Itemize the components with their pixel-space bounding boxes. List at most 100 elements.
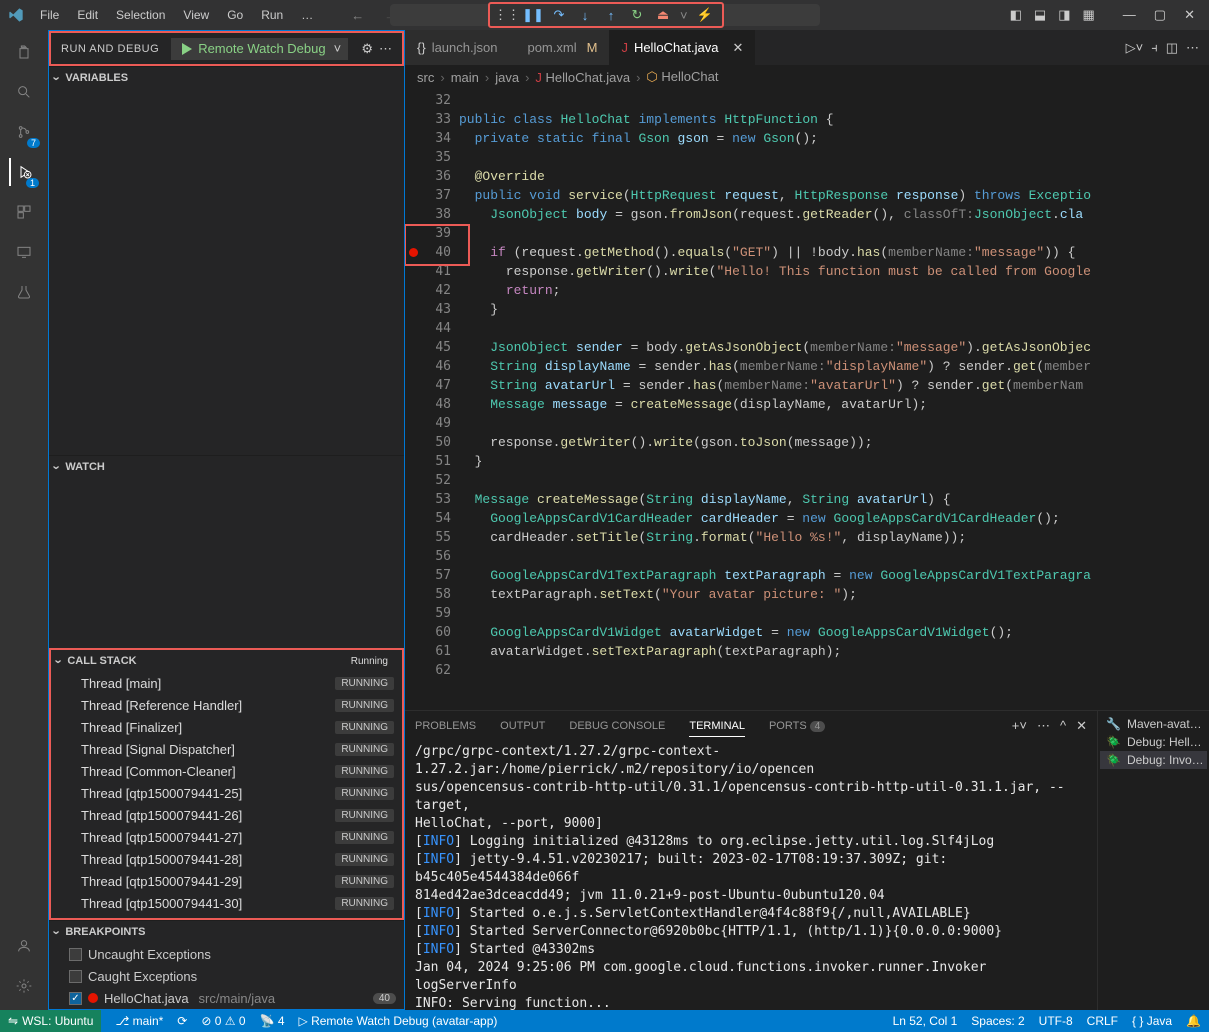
drag-handle-icon[interactable]: ⋮⋮: [498, 6, 516, 24]
language-status[interactable]: { } Java: [1132, 1014, 1172, 1028]
thread-row[interactable]: Thread [qtp1500079441-29]RUNNING: [51, 870, 402, 892]
menu-go[interactable]: Go: [219, 4, 251, 26]
search-icon[interactable]: [10, 78, 38, 106]
layout-panel-bottom-icon[interactable]: ⬓: [1034, 7, 1046, 23]
breadcrumb-item[interactable]: J HelloChat.java: [535, 70, 630, 85]
panel-tab-ports[interactable]: PORTS4: [769, 716, 825, 736]
menu-file[interactable]: File: [32, 4, 67, 26]
run-debug-icon[interactable]: 1: [9, 158, 37, 186]
breadcrumb-item[interactable]: java: [495, 70, 519, 85]
minimize-icon[interactable]: ―: [1123, 7, 1136, 23]
diff-icon[interactable]: ⫞: [1151, 40, 1158, 56]
more-icon[interactable]: ⋯: [1037, 718, 1050, 734]
breadcrumb-item[interactable]: ⬡ HelloChat: [646, 69, 718, 85]
menu-…[interactable]: …: [293, 4, 321, 26]
thread-row[interactable]: Thread [Reference Handler]RUNNING: [51, 694, 402, 716]
thread-row[interactable]: Thread [qtp1500079441-26]RUNNING: [51, 804, 402, 826]
start-debug-button[interactable]: Remote Watch Debug ˅: [171, 38, 348, 60]
close-tab-icon[interactable]: ✕: [732, 40, 743, 56]
breakpoint-dot-icon: [88, 993, 98, 1003]
breadcrumb[interactable]: src›main›java›J HelloChat.java›⬡ HelloCh…: [405, 65, 1209, 89]
maximize-icon[interactable]: ▢: [1154, 7, 1166, 23]
panel-tab-problems[interactable]: PROBLEMS: [415, 716, 476, 736]
bp-uncaught[interactable]: Uncaught Exceptions: [49, 943, 404, 965]
layout-custom-icon[interactable]: ▦: [1083, 7, 1095, 23]
ports-status[interactable]: 📡 4: [260, 1014, 285, 1028]
thread-row[interactable]: Thread [Finalizer]RUNNING: [51, 716, 402, 738]
checkbox-checked-icon[interactable]: ✓: [69, 992, 82, 1005]
step-out-icon[interactable]: ↑: [602, 6, 620, 24]
hot-replace-icon[interactable]: ⚡: [696, 6, 714, 24]
eol-status[interactable]: CRLF: [1087, 1014, 1118, 1028]
thread-row[interactable]: Thread [main]RUNNING: [51, 672, 402, 694]
bp-file[interactable]: ✓ HelloChat.java src/main/java 40: [49, 987, 404, 1009]
terminal[interactable]: /grpc/grpc-context/1.27.2/grpc-context-1…: [405, 741, 1097, 1010]
new-terminal-icon[interactable]: +˅: [1012, 718, 1027, 734]
vscode-logo-icon: [8, 7, 24, 23]
watch-section[interactable]: WATCH: [49, 456, 404, 478]
terminal-session[interactable]: 🪲Debug: Hell…: [1100, 733, 1207, 751]
step-into-icon[interactable]: ↓: [576, 6, 594, 24]
panel-tab-terminal[interactable]: TERMINAL: [689, 716, 745, 737]
source-control-icon[interactable]: 7: [10, 118, 38, 146]
variables-section[interactable]: VARIABLES: [49, 67, 404, 89]
debug-config-gear-icon[interactable]: ⚙: [361, 41, 373, 57]
encoding-status[interactable]: UTF-8: [1039, 1014, 1073, 1028]
extensions-icon[interactable]: [10, 198, 38, 226]
terminal-session[interactable]: 🔧Maven-avat…: [1100, 715, 1207, 733]
step-over-icon[interactable]: ↷: [550, 6, 568, 24]
layout-panel-left-icon[interactable]: ◧: [1010, 7, 1022, 23]
code-editor[interactable]: public class HelloChat implements HttpFu…: [459, 89, 1113, 710]
menu-view[interactable]: View: [175, 4, 217, 26]
remote-explorer-icon[interactable]: [10, 238, 38, 266]
settings-gear-icon[interactable]: [10, 972, 38, 1000]
run-icon[interactable]: ▷˅: [1126, 40, 1144, 56]
nav-back-icon[interactable]: ←: [351, 8, 364, 23]
more-icon[interactable]: ⋯: [379, 41, 392, 57]
cursor-position[interactable]: Ln 52, Col 1: [893, 1014, 958, 1028]
thread-row[interactable]: Thread [qtp1500079441-27]RUNNING: [51, 826, 402, 848]
tab-launch-json[interactable]: {}launch.json: [405, 30, 509, 65]
git-branch[interactable]: ⎇ main*: [115, 1014, 163, 1028]
close-icon[interactable]: ✕: [1184, 7, 1195, 23]
thread-row[interactable]: Thread [Common-Cleaner]RUNNING: [51, 760, 402, 782]
restart-icon[interactable]: ↻: [628, 6, 646, 24]
thread-row[interactable]: Thread [qtp1500079441-25]RUNNING: [51, 782, 402, 804]
breakpoints-section[interactable]: BREAKPOINTS: [49, 921, 404, 943]
explorer-icon[interactable]: [10, 38, 38, 66]
terminal-session[interactable]: 🪲Debug: Invo…: [1100, 751, 1207, 769]
layout-panel-right-icon[interactable]: ◨: [1058, 7, 1070, 23]
accounts-icon[interactable]: [10, 932, 38, 960]
minimap[interactable]: [1113, 89, 1209, 710]
tab-HelloChat-java[interactable]: JHelloChat.java✕: [609, 30, 755, 65]
pause-icon[interactable]: ❚❚: [524, 6, 542, 24]
disconnect-icon[interactable]: ⏏: [654, 6, 672, 24]
close-panel-icon[interactable]: ✕: [1076, 718, 1087, 734]
split-editor-icon[interactable]: ◫: [1166, 40, 1178, 56]
more-actions-icon[interactable]: ⋯: [1186, 40, 1199, 56]
debug-status[interactable]: ▷ Remote Watch Debug (avatar-app): [299, 1014, 498, 1028]
thread-row[interactable]: Thread [qtp1500079441-30]RUNNING: [51, 892, 402, 914]
remote-indicator[interactable]: ⇋ WSL: Ubuntu: [0, 1010, 101, 1032]
callstack-section[interactable]: CALL STACK Running: [51, 650, 402, 672]
testing-icon[interactable]: [10, 278, 38, 306]
run-debug-title: RUN AND DEBUG: [61, 43, 159, 55]
breadcrumb-item[interactable]: src: [417, 70, 434, 85]
menu-edit[interactable]: Edit: [69, 4, 106, 26]
panel-tab-debug-console[interactable]: DEBUG CONSOLE: [569, 716, 665, 736]
thread-row[interactable]: Thread [qtp1500079441-28]RUNNING: [51, 848, 402, 870]
bp-caught[interactable]: Caught Exceptions: [49, 965, 404, 987]
breakpoint-glyph-icon[interactable]: [409, 248, 418, 257]
thread-row[interactable]: Thread [Signal Dispatcher]RUNNING: [51, 738, 402, 760]
maximize-panel-icon[interactable]: ^: [1060, 718, 1066, 734]
indent-status[interactable]: Spaces: 2: [971, 1014, 1024, 1028]
gutter[interactable]: 3233343536373839404142434445464748495051…: [405, 89, 459, 710]
menu-run[interactable]: Run: [253, 4, 291, 26]
git-sync-icon[interactable]: ⟳: [177, 1014, 187, 1028]
notifications-icon[interactable]: 🔔: [1186, 1014, 1201, 1028]
problems-status[interactable]: ⊘ 0 ⚠ 0: [201, 1014, 245, 1028]
tab-pom-xml[interactable]: pom.xmlM: [509, 30, 609, 65]
menu-selection[interactable]: Selection: [108, 4, 173, 26]
breadcrumb-item[interactable]: main: [451, 70, 479, 85]
panel-tab-output[interactable]: OUTPUT: [500, 716, 545, 736]
